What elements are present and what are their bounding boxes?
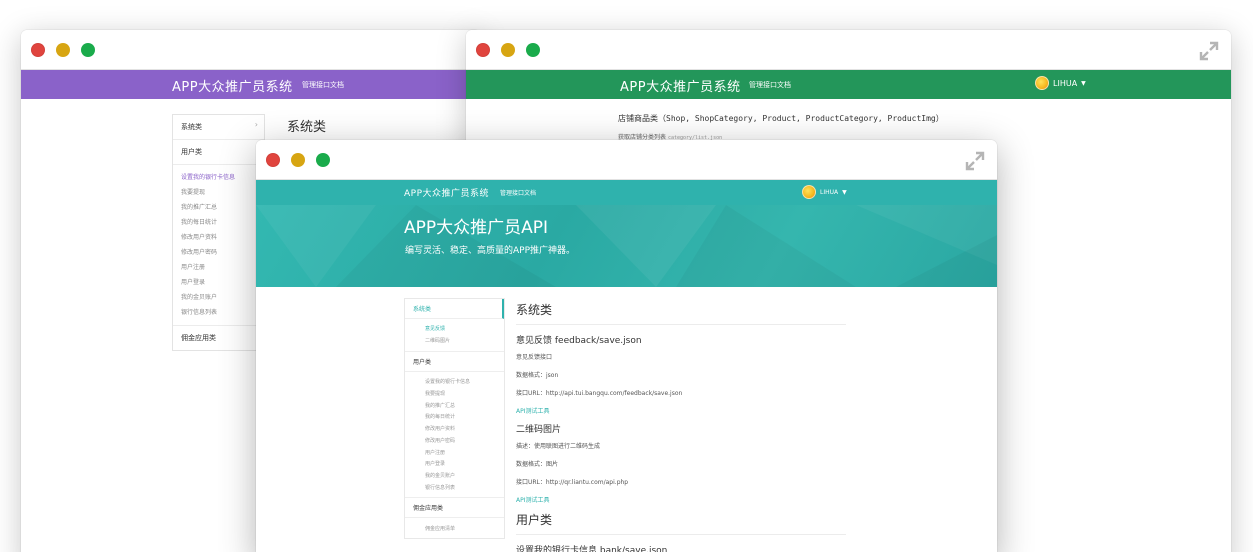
sidebar-item-account[interactable]: 我的金贝账户 <box>405 470 504 482</box>
sidebar-cat-label: 用户类 <box>181 148 202 156</box>
api-doc-main: 系统类 意见反馈 feedback/save.json 意见反馈接口 数据格式：… <box>516 301 846 552</box>
sidebar-cat-commission[interactable]: 佣金应用类 <box>405 497 504 519</box>
title-bar <box>21 30 481 70</box>
close-window-button[interactable] <box>31 43 45 57</box>
sidebar-item-bank[interactable]: 设置我的银行卡信息 <box>173 169 264 184</box>
top-navbar: APP大众推广员系统 管理接口文档 <box>21 70 481 99</box>
api-title-bank: 设置我的银行卡信息 bank/save.json <box>516 546 668 552</box>
hero-banner: APP大众推广员API 编写灵活、稳定、高质量的APP推广神器。 <box>256 205 997 287</box>
caret-down-icon: ▼ <box>842 188 847 196</box>
api-format: 数据格式：json <box>516 372 559 379</box>
brand-title[interactable]: APP大众推广员系统 <box>620 76 741 95</box>
close-window-button[interactable] <box>266 153 280 167</box>
api-desc: 意见反馈接口 <box>516 354 553 361</box>
maximize-window-button[interactable] <box>316 153 330 167</box>
user-name: LIHUA <box>820 188 839 196</box>
title-bar <box>256 140 997 180</box>
close-window-button[interactable] <box>476 43 490 57</box>
top-navbar: APP大众推广员系统 管理接口文档 LIHUA ▼ <box>256 180 997 205</box>
minimize-window-button[interactable] <box>291 153 305 167</box>
nav-link-docs[interactable]: 管理接口文档 <box>500 188 536 197</box>
sidebar-user-items: 设置我的银行卡信息 我要提现 我的推广汇总 我的每日统计 修改用户资料 修改用户… <box>173 165 264 326</box>
hero-pattern <box>256 205 997 287</box>
brand-title[interactable]: APP大众推广员系统 <box>404 186 489 199</box>
hero-subtitle: 编写灵活、稳定、高质量的APP推广神器。 <box>405 246 576 256</box>
api-desc: 描述：使用联图进行二维码生成 <box>516 443 601 450</box>
avatar <box>802 185 816 199</box>
sidebar-user-items: 设置我的银行卡信息 我要提现 我的推广汇总 我的每日统计 修改用户资料 修改用户… <box>405 372 504 498</box>
sidebar-item-withdraw[interactable]: 我要提现 <box>405 387 504 399</box>
api-title-qrcode: 二维码图片 <box>516 425 562 435</box>
minimize-window-button[interactable] <box>56 43 70 57</box>
chevron-right-icon: › <box>254 120 258 129</box>
maximize-window-button[interactable] <box>81 43 95 57</box>
sidebar-item-summary[interactable]: 我的推广汇总 <box>405 399 504 411</box>
sidebar-item-password[interactable]: 修改用户密码 <box>405 434 504 446</box>
nav-link-docs[interactable]: 管理接口文档 <box>749 80 791 90</box>
user-menu[interactable]: LIHUA ▼ <box>802 185 847 199</box>
sidebar-item-commission[interactable]: 佣金应用清单 <box>405 522 504 534</box>
sidebar-cat-user[interactable]: 用户类 <box>405 350 504 372</box>
sidebar-item-login[interactable]: 用户登录 <box>173 274 264 289</box>
sidebar-cat-user[interactable]: 用户类 <box>173 140 264 165</box>
sidebar-item-bank[interactable]: 设置我的银行卡信息 <box>405 376 504 388</box>
sidebar-item-register[interactable]: 用户注册 <box>405 446 504 458</box>
sidebar-item-account[interactable]: 我的金贝账户 <box>173 289 264 304</box>
api-title-feedback: 意见反馈 feedback/save.json <box>516 336 642 346</box>
section-title: 系统类 <box>287 120 327 135</box>
maximize-window-button[interactable] <box>526 43 540 57</box>
sidebar-item-banklist[interactable]: 银行信息列表 <box>173 304 264 319</box>
sidebar-item-withdraw[interactable]: 我要提现 <box>173 184 264 199</box>
api-url: 接口URL：http://qr.liantu.com/api.php <box>516 479 629 486</box>
sidebar-commission-items: 佣金应用清单 <box>405 518 504 538</box>
section-title-system: 系统类 <box>516 301 846 325</box>
expand-icon[interactable] <box>1199 41 1219 61</box>
title-bar <box>466 30 1231 70</box>
avatar <box>1035 76 1049 90</box>
sidebar-cat-label: 系统类 <box>181 123 202 131</box>
sidebar-item-password[interactable]: 修改用户密码 <box>173 244 264 259</box>
api-test-tool-link[interactable]: API测试工具 <box>516 495 846 504</box>
sidebar-item-daily[interactable]: 我的每日统计 <box>405 411 504 423</box>
sidebar-cat-system[interactable]: 系统类 <box>405 299 504 319</box>
expand-icon[interactable] <box>965 151 985 171</box>
sidebar: 系统类 意见反馈 二维码图片 用户类 设置我的银行卡信息 我要提现 我的推广汇总… <box>404 298 505 540</box>
sidebar-item-feedback[interactable]: 意见反馈 <box>405 323 504 335</box>
sidebar-item-register[interactable]: 用户注册 <box>173 259 264 274</box>
sidebar-cat-commission[interactable]: 佣金应用类 <box>173 326 264 350</box>
api-test-tool-link[interactable]: API测试工具 <box>516 406 846 415</box>
sidebar-item-banklist[interactable]: 银行信息列表 <box>405 482 504 494</box>
sidebar-item-summary[interactable]: 我的推广汇总 <box>173 199 264 214</box>
browser-window-teal: APP大众推广员系统 管理接口文档 LIHUA ▼ APP大众推广员API 编写… <box>256 140 997 552</box>
sidebar-item-profile[interactable]: 修改用户资料 <box>405 423 504 435</box>
sidebar-system-items: 意见反馈 二维码图片 <box>405 319 504 351</box>
user-menu[interactable]: LIHUA ▼ <box>1035 76 1086 90</box>
sidebar-item-login[interactable]: 用户登录 <box>405 458 504 470</box>
user-name: LIHUA <box>1053 78 1078 88</box>
top-navbar: APP大众推广员系统 管理接口文档 LIHUA ▼ <box>466 70 1231 99</box>
brand-title[interactable]: APP大众推广员系统 <box>172 76 293 95</box>
section-title-user: 用户类 <box>516 511 846 535</box>
sidebar-item-qrcode[interactable]: 二维码图片 <box>405 335 504 347</box>
sidebar-item-profile[interactable]: 修改用户资料 <box>173 229 264 244</box>
sidebar-cat-label: 佣金应用类 <box>181 334 216 342</box>
api-format: 数据格式：图片 <box>516 461 559 468</box>
hero-title: APP大众推广员API <box>404 218 549 238</box>
caret-down-icon: ▼ <box>1081 79 1086 87</box>
nav-link-docs[interactable]: 管理接口文档 <box>302 80 344 90</box>
sidebar-item-daily[interactable]: 我的每日统计 <box>173 214 264 229</box>
sidebar-cat-system[interactable]: 系统类 › <box>173 115 264 140</box>
minimize-window-button[interactable] <box>501 43 515 57</box>
section-title: 店铺商品类（Shop, ShopCategory, Product, Produ… <box>618 114 944 123</box>
api-url: 接口URL：http://api.tui.bangqu.com/feedback… <box>516 390 683 397</box>
sidebar: 系统类 › 用户类 设置我的银行卡信息 我要提现 我的推广汇总 我的每日统计 修… <box>172 114 265 351</box>
